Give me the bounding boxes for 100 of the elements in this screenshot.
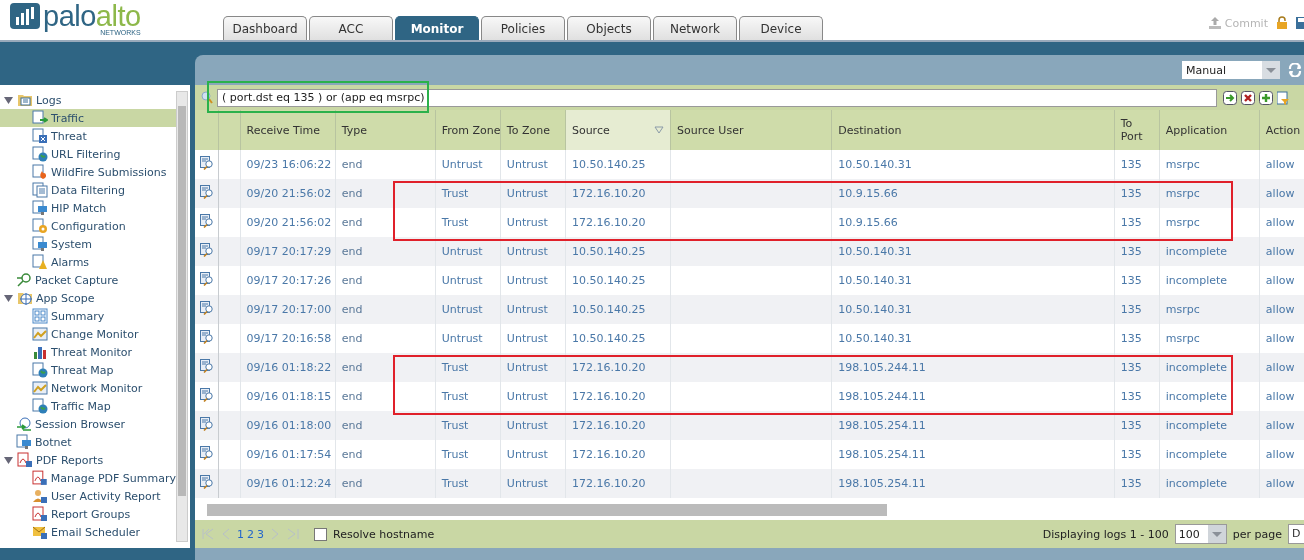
pdf-document-icon (17, 452, 33, 468)
tree-item[interactable]: Summary (0, 307, 176, 325)
apply-filter-icon[interactable] (1223, 90, 1237, 105)
log-detail-icon[interactable] (200, 301, 214, 315)
tree-item[interactable]: Logs (0, 91, 176, 109)
collapse-triangle-icon[interactable] (4, 455, 13, 465)
column-header[interactable]: Receive Time (240, 110, 336, 150)
table-cell[interactable]: 09/16 01:17:54 (246, 448, 332, 461)
log-detail-icon[interactable] (200, 475, 214, 489)
table-cell[interactable]: 09/23 16:06:22 (246, 158, 332, 171)
table-cell: end (341, 274, 363, 287)
column-header[interactable]: Application (1159, 110, 1260, 150)
log-detail-icon[interactable] (200, 388, 214, 402)
log-detail-icon[interactable] (200, 272, 214, 286)
tree-item[interactable]: System (0, 235, 176, 253)
filter-field[interactable]: ( port.dst eq 135 ) or (app eq msrpc) (217, 88, 1217, 107)
clear-filter-icon[interactable] (1241, 90, 1255, 105)
table-cell: Untrust (506, 187, 548, 200)
page-size-select[interactable]: 100 (1174, 524, 1227, 544)
log-detail-icon[interactable] (200, 243, 214, 257)
collapse-triangle-icon[interactable] (4, 95, 13, 105)
column-header[interactable]: To Port (1114, 110, 1160, 150)
column-header[interactable]: Type (335, 110, 436, 150)
page-link[interactable]: 1 (237, 527, 244, 541)
doc-icon (32, 182, 48, 198)
table-cell: allow (1265, 303, 1295, 316)
log-detail-icon[interactable] (200, 330, 214, 344)
table-cell[interactable]: 09/17 20:16:58 (246, 332, 332, 345)
tree-item[interactable]: User Activity Report (0, 487, 176, 505)
tree-item[interactable]: PDF Reports (0, 451, 176, 469)
tree-item[interactable]: URL Filtering (0, 145, 176, 163)
table-cell: 10.50.140.31 (838, 332, 912, 345)
table-cell: allow (1265, 187, 1295, 200)
tree-item[interactable]: Data Filtering (0, 181, 176, 199)
input-field[interactable]: D (1288, 524, 1304, 544)
column-header[interactable]: Source User (670, 110, 832, 150)
save-icon[interactable] (1296, 16, 1304, 30)
tree-item[interactable]: HIP Match (0, 199, 176, 217)
log-detail-icon[interactable] (200, 417, 214, 431)
column-header[interactable]: Destination (831, 110, 1115, 150)
tree-item[interactable]: Network Monitor (0, 379, 176, 397)
tree-item[interactable]: Packet Capture (0, 271, 176, 289)
tree-item[interactable]: Email Scheduler (0, 523, 176, 541)
nav-tab[interactable]: Monitor (395, 16, 479, 40)
table-cell: 135 (1120, 187, 1142, 200)
tree-item[interactable]: Configuration (0, 217, 176, 235)
tree-item[interactable]: Change Monitor (0, 325, 176, 343)
table-cell: allow (1265, 274, 1295, 287)
column-header[interactable]: Action (1259, 110, 1304, 150)
nav-tab[interactable]: Device (739, 16, 823, 40)
checkbox[interactable] (314, 527, 327, 541)
table-cell: 10.50.140.25 (571, 303, 646, 316)
tree-item[interactable]: Session Browser (0, 415, 176, 433)
table-cell: 135 (1120, 477, 1142, 490)
scrollbar[interactable] (176, 91, 188, 542)
nav-tab[interactable]: Policies (481, 16, 565, 40)
log-detail-icon[interactable] (200, 185, 214, 199)
tree-item[interactable]: Threat Monitor (0, 343, 176, 361)
tree-item[interactable]: Traffic (0, 109, 176, 127)
table-cell: end (341, 390, 363, 403)
table-cell: Untrust (506, 303, 548, 316)
log-detail-icon[interactable] (200, 446, 214, 460)
scrollbar[interactable] (195, 498, 1304, 520)
page-link[interactable]: 3 (257, 527, 264, 541)
tree-item[interactable]: Alarms (0, 253, 176, 271)
table-cell[interactable]: 09/17 20:17:26 (246, 274, 332, 287)
table-cell: end (341, 477, 363, 490)
nav-tab[interactable]: Dashboard (223, 16, 307, 40)
table-cell: allow (1265, 158, 1295, 171)
tree-item[interactable]: Threat (0, 127, 176, 145)
page-link[interactable]: 2 (247, 527, 254, 541)
table-cell[interactable]: 09/20 21:56:02 (246, 216, 332, 229)
table-cell: 10.50.140.25 (571, 274, 646, 287)
column-header[interactable]: From Zone (435, 110, 501, 150)
nav-tab[interactable]: Objects (567, 16, 651, 40)
tree-item[interactable]: App Scope (0, 289, 176, 307)
log-detail-icon[interactable] (200, 359, 214, 373)
tree-item[interactable]: Report Groups (0, 505, 176, 523)
padlock-icon[interactable] (1276, 16, 1288, 30)
nav-tab[interactable]: ACC (309, 16, 393, 40)
table-cell: allow (1265, 361, 1295, 374)
tree-item[interactable]: Threat Map (0, 361, 176, 379)
refresh-select[interactable]: Manual (1182, 61, 1280, 79)
column-header[interactable]: To Zone (500, 110, 566, 150)
upload-icon (1207, 16, 1222, 30)
add-filter-icon[interactable] (1259, 90, 1273, 105)
log-detail-icon[interactable] (200, 156, 214, 170)
log-detail-icon[interactable] (200, 214, 214, 228)
collapse-triangle-icon[interactable] (4, 293, 13, 303)
tree-item[interactable]: Traffic Map (0, 397, 176, 415)
tree-item[interactable]: Manage PDF Summary (0, 469, 176, 487)
checkbox-label[interactable]: Resolve hostname (333, 527, 435, 541)
nav-tab[interactable]: Network (653, 16, 737, 40)
table-cell: Trust (441, 448, 469, 461)
tree-item[interactable]: Botnet (0, 433, 176, 451)
tree-item[interactable]: WildFire Submissions (0, 163, 176, 181)
column-header[interactable]: Source (565, 110, 671, 150)
refresh-icon[interactable] (1288, 63, 1302, 77)
table-cell: 10.50.140.31 (838, 274, 912, 287)
table-cell[interactable]: 09/16 01:18:15 (246, 390, 332, 403)
